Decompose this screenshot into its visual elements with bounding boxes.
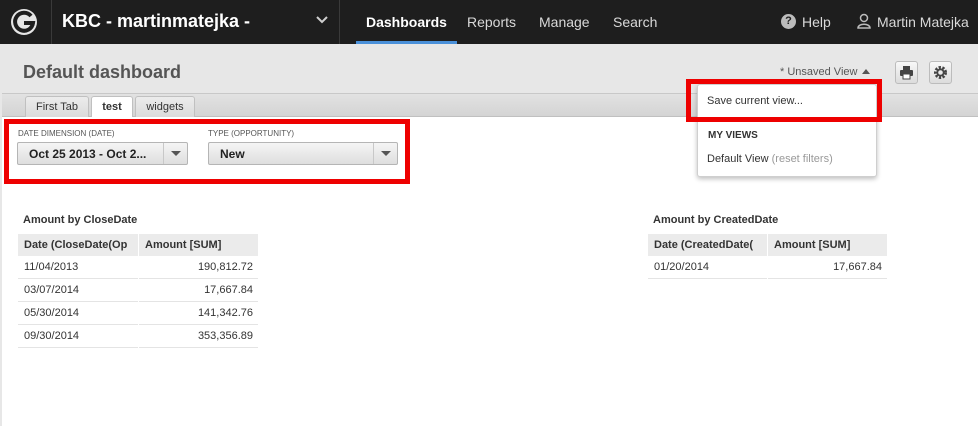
page-title: Default dashboard bbox=[23, 62, 182, 82]
unsaved-view-toggle[interactable]: * Unsaved View bbox=[780, 66, 871, 78]
unsaved-view-label: * Unsaved View bbox=[780, 66, 858, 78]
nav-reports[interactable]: Reports bbox=[467, 0, 516, 44]
table-cell-date: 05/30/2014 bbox=[18, 302, 138, 325]
user-icon[interactable] bbox=[857, 13, 871, 29]
save-current-view-item[interactable]: Save current view... bbox=[707, 95, 803, 107]
type-filter-label: TYPE (OPPORTUNITY) bbox=[208, 129, 295, 138]
default-view-item[interactable]: Default View (reset filters) bbox=[707, 153, 833, 165]
dropdown-arrow-icon bbox=[163, 143, 187, 164]
printer-icon bbox=[900, 66, 913, 80]
table-cell-amount: 17,667.84 bbox=[139, 279, 258, 302]
top-navigation-bar: KBC - martinmatejka - Dashboards Reports… bbox=[0, 0, 978, 44]
saved-views-menu: Save current view... MY VIEWS Default Vi… bbox=[697, 84, 877, 177]
column-header-amount[interactable]: Amount [SUM] bbox=[139, 234, 258, 256]
my-views-heading: MY VIEWS bbox=[708, 130, 758, 141]
table-cell-date: 03/07/2014 bbox=[18, 279, 138, 302]
nav-manage[interactable]: Manage bbox=[539, 0, 590, 44]
user-menu[interactable]: Martin Matejka bbox=[877, 0, 969, 44]
type-filter-value: New bbox=[220, 147, 245, 161]
help-link[interactable]: Help bbox=[802, 0, 831, 44]
dropdown-arrow-icon bbox=[373, 143, 397, 164]
print-button[interactable] bbox=[895, 61, 918, 84]
g-logo-icon[interactable] bbox=[0, 0, 52, 44]
date-filter-dropdown[interactable]: Oct 25 2013 - Oct 2... bbox=[17, 142, 188, 165]
table-cell-date: 11/04/2013 bbox=[18, 256, 138, 279]
table-cell-amount: 141,342.76 bbox=[139, 302, 258, 325]
tab-widgets[interactable]: widgets bbox=[135, 96, 195, 118]
project-name: KBC - martinmatejka - bbox=[62, 11, 251, 31]
column-header-date[interactable]: Date (CloseDate(Op bbox=[18, 234, 138, 256]
help-icon[interactable]: ? bbox=[781, 14, 796, 29]
tab-first-tab[interactable]: First Tab bbox=[25, 96, 89, 118]
gear-icon bbox=[934, 66, 947, 79]
column-header-date[interactable]: Date (CreatedDate( bbox=[648, 234, 767, 256]
project-switcher[interactable]: KBC - martinmatejka - bbox=[52, 0, 340, 44]
table-cell-date: 09/30/2014 bbox=[18, 325, 138, 348]
table-cell-amount: 190,812.72 bbox=[139, 256, 258, 279]
table-title-closedate: Amount by CloseDate bbox=[23, 214, 138, 226]
menu-divider bbox=[698, 121, 876, 122]
date-filter-label: DATE DIMENSION (DATE) bbox=[18, 129, 115, 138]
table-cell-amount: 17,667.84 bbox=[768, 256, 887, 279]
column-header-amount[interactable]: Amount [SUM] bbox=[768, 234, 887, 256]
tab-test[interactable]: test bbox=[91, 96, 133, 119]
default-view-label: Default View bbox=[707, 153, 769, 165]
caret-up-icon bbox=[862, 69, 871, 74]
date-filter-value: Oct 25 2013 - Oct 2... bbox=[29, 147, 147, 161]
table-cell-amount: 353,356.89 bbox=[139, 325, 258, 348]
type-filter-dropdown[interactable]: New bbox=[208, 142, 398, 165]
reset-filters-label: (reset filters) bbox=[771, 153, 833, 165]
nav-dashboards[interactable]: Dashboards bbox=[356, 0, 457, 44]
chevron-down-icon bbox=[316, 16, 328, 24]
table-cell-date: 01/20/2014 bbox=[648, 256, 767, 279]
settings-button[interactable] bbox=[929, 61, 952, 84]
nav-search[interactable]: Search bbox=[613, 0, 657, 44]
table-title-createddate: Amount by CreatedDate bbox=[653, 214, 779, 226]
